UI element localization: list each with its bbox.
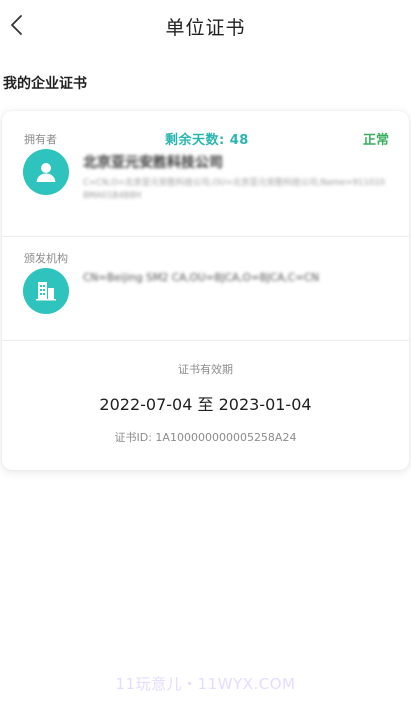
- divider: [2, 340, 409, 341]
- status-badge: 正常: [362, 133, 389, 148]
- building-icon: [36, 282, 56, 301]
- certificate-card[interactable]: 拥有者 剩余天数: 48 正常 北京亚元安胜科技公司 C=CN,O=北京亚元安胜…: [2, 111, 409, 470]
- divider: [2, 236, 409, 237]
- owner-section: 拥有者 剩余天数: 48 正常 北京亚元安胜科技公司 C=CN,O=北京亚元安胜…: [2, 111, 409, 236]
- certificate-id: 证书ID: 1A100000000005258A24: [114, 431, 297, 444]
- subject-dn: C=CN,O=北京亚元安胜科技公司,OU=北京亚元安胜科技公司,Name=911…: [83, 178, 385, 201]
- watermark: 11玩意儿・11WYX.COM: [115, 675, 296, 693]
- section-title: 我的企业证书: [3, 76, 87, 92]
- nav-bar: 单位证书: [0, 0, 411, 52]
- issuer-dn: CN=Beijing SM2 CA,OU=BJCA,O=BJCA,C=CN: [83, 272, 320, 284]
- owner-avatar: [23, 149, 69, 195]
- certificate-page: 单位证书 我的企业证书 拥有者 剩余天数: 48 正常 北京亚元安胜科技公司 C…: [0, 0, 411, 703]
- issuer-avatar: [23, 268, 69, 314]
- validity-label: 证书有效期: [178, 363, 233, 376]
- owner-label: 拥有者: [24, 133, 57, 146]
- issuer-label: 颁发机构: [24, 252, 68, 265]
- validity-range: 2022-07-04 至 2023-01-04: [99, 395, 312, 414]
- days-left-text: 剩余天数: 48: [165, 133, 249, 148]
- page-title: 单位证书: [165, 17, 246, 39]
- person-icon: [36, 163, 56, 182]
- company-name: 北京亚元安胜科技公司: [83, 155, 223, 171]
